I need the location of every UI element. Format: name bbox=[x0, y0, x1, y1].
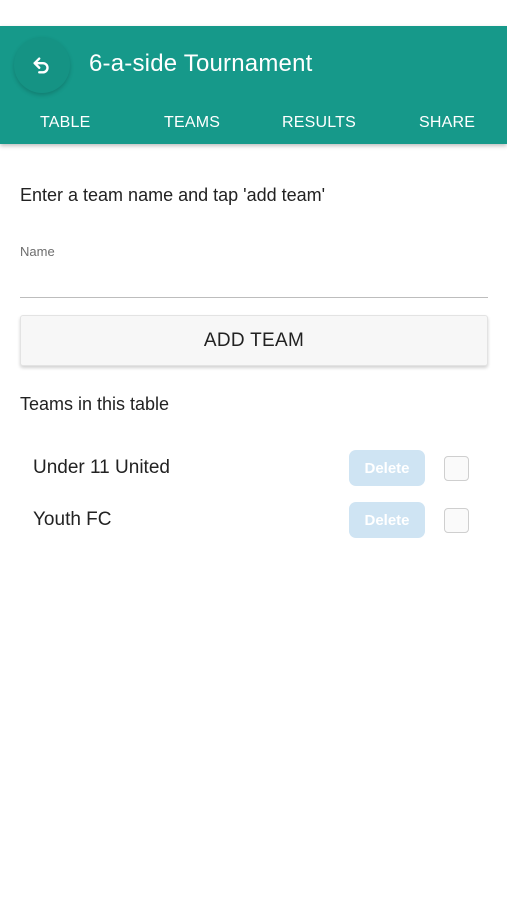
team-row: Under 11 United Delete bbox=[0, 448, 507, 488]
team-name: Youth FC bbox=[33, 509, 112, 530]
name-field-label: Name bbox=[20, 244, 55, 259]
delete-team-button[interactable]: Delete bbox=[349, 502, 425, 538]
back-button[interactable] bbox=[14, 37, 70, 93]
teams-section-title: Teams in this table bbox=[20, 394, 170, 414]
team-name: Under 11 United bbox=[33, 457, 170, 478]
status-bar-area bbox=[0, 0, 507, 26]
tab-results[interactable]: RESULTS bbox=[282, 114, 356, 132]
app-header: 6-a-side Tournament TABLE TEAMS RESULTS … bbox=[0, 26, 507, 144]
team-name-input[interactable] bbox=[20, 266, 488, 298]
instruction-text: Enter a team name and tap 'add team' bbox=[20, 185, 326, 205]
tab-bar: TABLE TEAMS RESULTS SHARE bbox=[0, 114, 507, 142]
tab-share[interactable]: SHARE bbox=[419, 114, 475, 132]
team-select-checkbox[interactable] bbox=[444, 508, 469, 533]
delete-team-button[interactable]: Delete bbox=[349, 450, 425, 486]
back-arrow-icon bbox=[33, 57, 49, 74]
add-team-button[interactable]: ADD TEAM bbox=[20, 315, 488, 366]
page-title: 6-a-side Tournament bbox=[89, 50, 313, 77]
tab-table[interactable]: TABLE bbox=[40, 114, 91, 132]
team-select-checkbox[interactable] bbox=[444, 456, 469, 481]
tab-teams[interactable]: TEAMS bbox=[164, 114, 220, 132]
team-row: Youth FC Delete bbox=[0, 500, 507, 540]
